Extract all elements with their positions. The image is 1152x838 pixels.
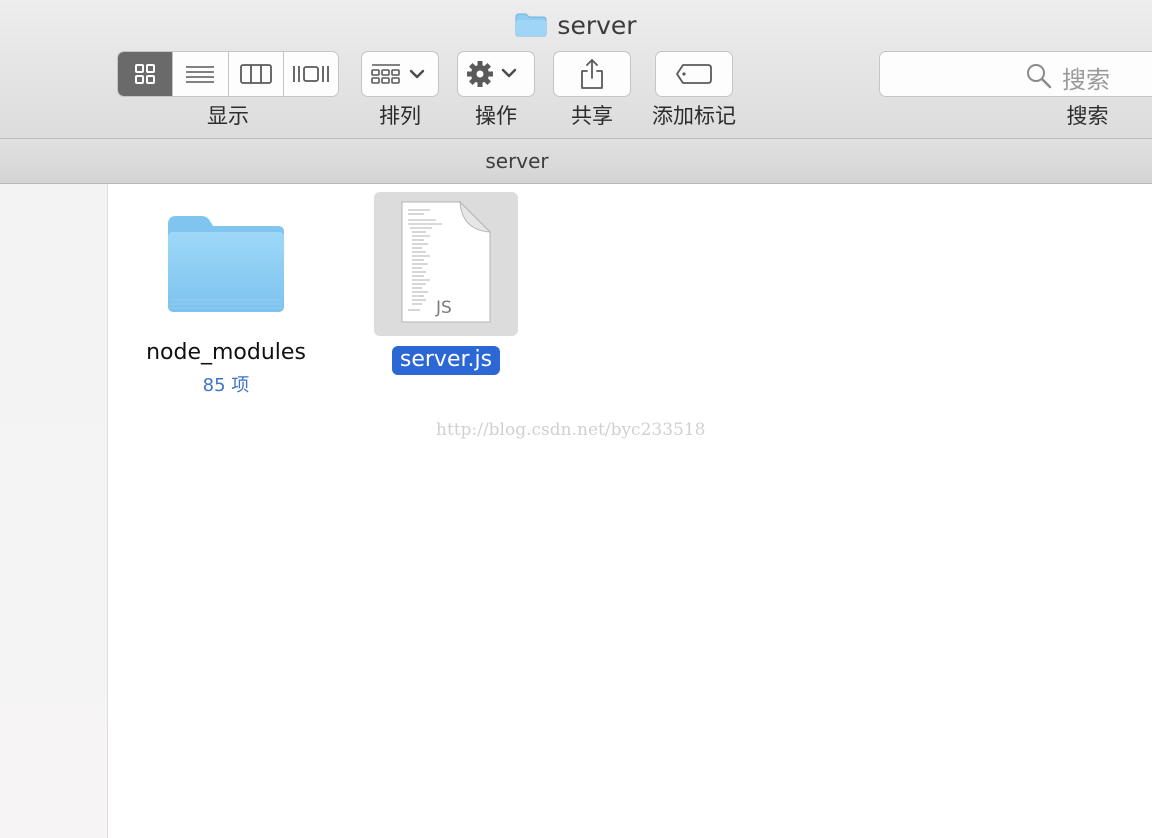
folder-item-node-modules[interactable]: node_modules 85 项	[128, 208, 324, 397]
search-placeholder: 搜索	[1062, 66, 1110, 94]
action-button[interactable]	[457, 51, 535, 97]
tag-icon	[676, 64, 712, 84]
search-label: 搜索	[1066, 104, 1109, 128]
share-icon	[581, 59, 603, 89]
window-title-text: server	[557, 10, 637, 40]
file-name[interactable]: server.js	[391, 346, 501, 375]
folder-icon	[515, 13, 547, 37]
folder-item-count: 85 项	[202, 375, 250, 396]
toolbar: server 显示 排列 操作 共享 添加标记 搜索 搜索	[0, 0, 1152, 139]
sort-label: 排列	[379, 104, 421, 128]
sort-button[interactable]	[361, 51, 439, 97]
folder-name: node_modules	[146, 340, 306, 365]
list-icon	[186, 66, 215, 83]
file-name-wrap: server.js	[374, 346, 518, 375]
finder-window: server 显示 排列 操作 共享 添加标记 搜索 搜索 server nod…	[0, 0, 1152, 838]
view-label: 显示	[207, 104, 249, 128]
file-item-server-js[interactable]: JS server.js	[374, 200, 518, 375]
sidebar	[0, 184, 108, 838]
add-tags-button[interactable]	[655, 51, 733, 97]
gallery-view-button[interactable]	[284, 52, 338, 96]
file-area[interactable]: node_modules 85 项 JS server.js http://bl…	[108, 184, 1152, 838]
grid-icon	[135, 64, 156, 84]
cover-flow-icon	[292, 66, 329, 82]
chevron-down-icon	[409, 69, 425, 79]
add-tags-label: 添加标记	[652, 104, 736, 128]
group-icon	[371, 64, 425, 84]
share-label: 共享	[571, 104, 613, 128]
file-type-badge: JS	[436, 298, 452, 318]
gear-icon	[467, 61, 517, 87]
list-view-button[interactable]	[173, 52, 229, 96]
folder-icon	[168, 216, 284, 312]
view-mode-control[interactable]	[117, 51, 339, 97]
icon-view-button[interactable]	[118, 52, 174, 96]
path-bar-title: server	[485, 149, 549, 173]
watermark-text: http://blog.csdn.net/byc233518	[436, 420, 706, 440]
action-label: 操作	[475, 104, 517, 128]
column-view-button[interactable]	[229, 52, 284, 96]
share-button[interactable]	[553, 51, 631, 97]
search-field[interactable]: 搜索	[879, 51, 1152, 97]
path-bar: server	[0, 139, 1152, 184]
columns-icon	[239, 64, 272, 84]
window-title: server	[0, 10, 1152, 40]
search-icon	[1027, 64, 1052, 89]
